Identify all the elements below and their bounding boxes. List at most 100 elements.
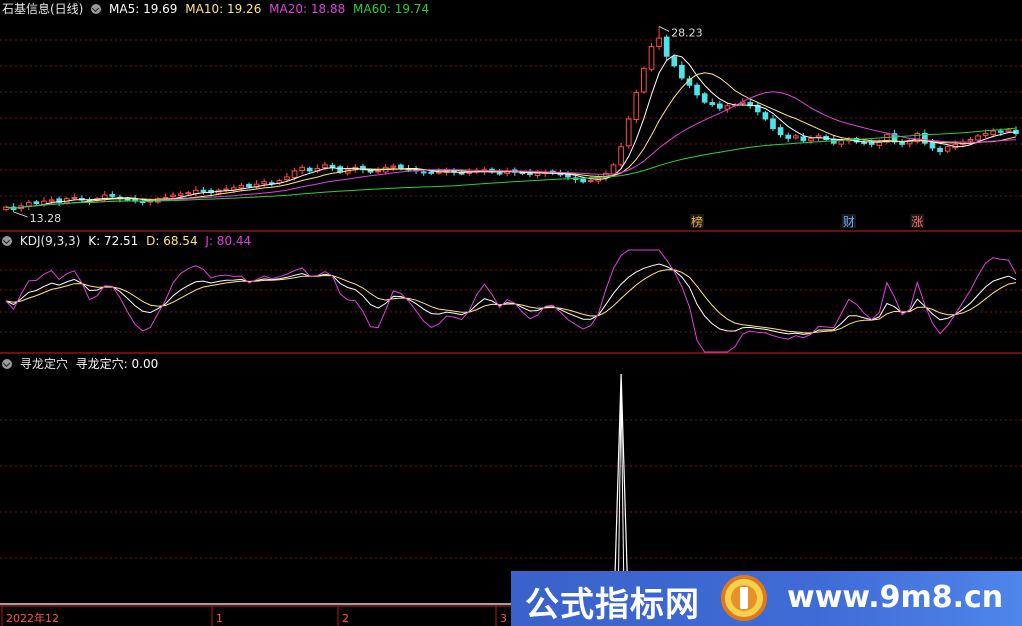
ma20-line bbox=[5, 91, 1017, 209]
candle-body bbox=[785, 134, 792, 139]
candle-body bbox=[701, 93, 708, 103]
candle-body bbox=[299, 166, 306, 171]
candle-body bbox=[709, 102, 716, 106]
candle-body bbox=[534, 172, 541, 177]
indicator-line bbox=[0, 373, 1022, 605]
candlesticks bbox=[3, 26, 1019, 212]
indicator-header: 寻龙定穴 寻龙定穴: 0.00 bbox=[2, 356, 162, 372]
candle-body bbox=[967, 139, 974, 142]
event-tag-label: 榜 bbox=[691, 214, 703, 229]
candle-body bbox=[838, 140, 845, 145]
candle-body bbox=[109, 194, 116, 197]
indicator-settings-icon[interactable] bbox=[2, 359, 12, 369]
event-tag-label: 涨 bbox=[911, 214, 923, 229]
kdj-lines bbox=[5, 249, 1017, 353]
candle-body bbox=[200, 189, 207, 192]
candle-body bbox=[777, 127, 784, 136]
candle-body bbox=[48, 199, 55, 202]
candle-body bbox=[436, 171, 442, 174]
candle-body bbox=[641, 67, 647, 93]
candle-body bbox=[997, 130, 1004, 133]
candle-body bbox=[792, 135, 799, 139]
ma5-label: MA5: 19.69 bbox=[109, 2, 178, 16]
candle-body bbox=[185, 192, 192, 195]
watermark-logo-icon bbox=[721, 575, 767, 621]
x-axis: 2022年12 1 2 3 bbox=[1, 606, 507, 626]
candle-body bbox=[246, 183, 252, 188]
main-chart-header: 石基信息(日线) MA5: 19.69 MA10: 19.26 MA20: 18… bbox=[2, 1, 433, 17]
candle-body bbox=[762, 112, 769, 120]
candle-body bbox=[139, 201, 146, 204]
candle-body bbox=[975, 135, 981, 141]
candle-body bbox=[625, 118, 632, 147]
candle-body bbox=[306, 167, 313, 172]
candle-body bbox=[679, 64, 685, 79]
low-marker bbox=[13, 211, 28, 218]
kdj-title: KDJ(9,3,3) bbox=[19, 234, 81, 248]
candle-body bbox=[337, 166, 343, 173]
candle-body bbox=[800, 136, 807, 142]
candle-body bbox=[770, 118, 776, 130]
x-axis-label: 2022年12 bbox=[6, 611, 59, 625]
indicator-value-label: 寻龙定穴: 0.00 bbox=[75, 357, 159, 371]
candle-body bbox=[944, 146, 951, 152]
candle-body bbox=[329, 164, 336, 168]
candle-body bbox=[398, 164, 404, 169]
kdj-j-label: J: 80.44 bbox=[205, 234, 252, 248]
candle-body bbox=[390, 165, 397, 168]
kdj-j-line bbox=[5, 249, 1017, 353]
indicator-title: 寻龙定穴 bbox=[19, 357, 68, 371]
main-settings-icon[interactable] bbox=[91, 4, 102, 14]
ma5-line bbox=[5, 54, 1017, 209]
candle-body bbox=[496, 172, 503, 175]
candle-body bbox=[899, 141, 905, 145]
candle-body bbox=[929, 141, 936, 149]
kdj-k-line bbox=[5, 263, 1017, 335]
high-marker bbox=[658, 25, 670, 32]
candle-body bbox=[33, 201, 40, 205]
candle-body bbox=[322, 164, 328, 169]
candle-body bbox=[420, 171, 427, 174]
candle-body bbox=[861, 141, 867, 144]
candle-body bbox=[284, 176, 290, 181]
candle-body bbox=[633, 91, 640, 120]
x-axis-label: 2 bbox=[342, 612, 349, 625]
candle-body bbox=[428, 171, 435, 174]
candle-body bbox=[587, 180, 594, 183]
candle-body bbox=[618, 146, 624, 166]
kdj-d-label: D: 68.54 bbox=[146, 234, 198, 248]
candle-body bbox=[808, 137, 814, 142]
candle-body bbox=[982, 132, 989, 136]
candle-body bbox=[261, 181, 268, 185]
ma20-label: MA20: 18.88 bbox=[269, 2, 346, 16]
indicator-spike-line bbox=[0, 373, 1022, 605]
watermark-right-text: www.9m8.cn bbox=[787, 580, 1004, 615]
stock-title: 石基信息(日线) bbox=[2, 2, 84, 16]
candle-body bbox=[868, 142, 875, 145]
ma10-label: MA10: 19.26 bbox=[185, 2, 262, 16]
kdj-k-label: K: 72.51 bbox=[88, 234, 139, 248]
stock-chart[interactable]: 28.23 13.28 榜 财 涨 2022年12 1 2 3 bbox=[0, 0, 1022, 626]
candle-body bbox=[458, 172, 465, 175]
candle-body bbox=[663, 36, 670, 57]
kdj-settings-icon[interactable] bbox=[2, 236, 12, 246]
watermark-left-text: 公式指标网 bbox=[525, 585, 700, 625]
candle-body bbox=[648, 46, 655, 70]
candle-body bbox=[815, 135, 822, 138]
candle-body bbox=[937, 147, 943, 153]
candle-body bbox=[1005, 129, 1012, 132]
ma60-label: MA60: 19.74 bbox=[353, 2, 430, 16]
candle-body bbox=[238, 184, 245, 189]
candle-body bbox=[291, 170, 298, 178]
candle-body bbox=[610, 164, 617, 175]
candle-body bbox=[580, 178, 586, 183]
watermark-banner[interactable]: 公式指标网 www.9m8.cn bbox=[511, 571, 1022, 626]
moving-average-lines bbox=[5, 54, 1017, 209]
candle-body bbox=[375, 170, 381, 173]
event-tag-label: 财 bbox=[843, 215, 855, 229]
candle-body bbox=[170, 194, 176, 198]
x-axis-label: 3 bbox=[500, 612, 507, 625]
candle-body bbox=[990, 130, 997, 135]
high-price-label: 28.23 bbox=[671, 26, 703, 39]
candle-body bbox=[716, 103, 723, 109]
